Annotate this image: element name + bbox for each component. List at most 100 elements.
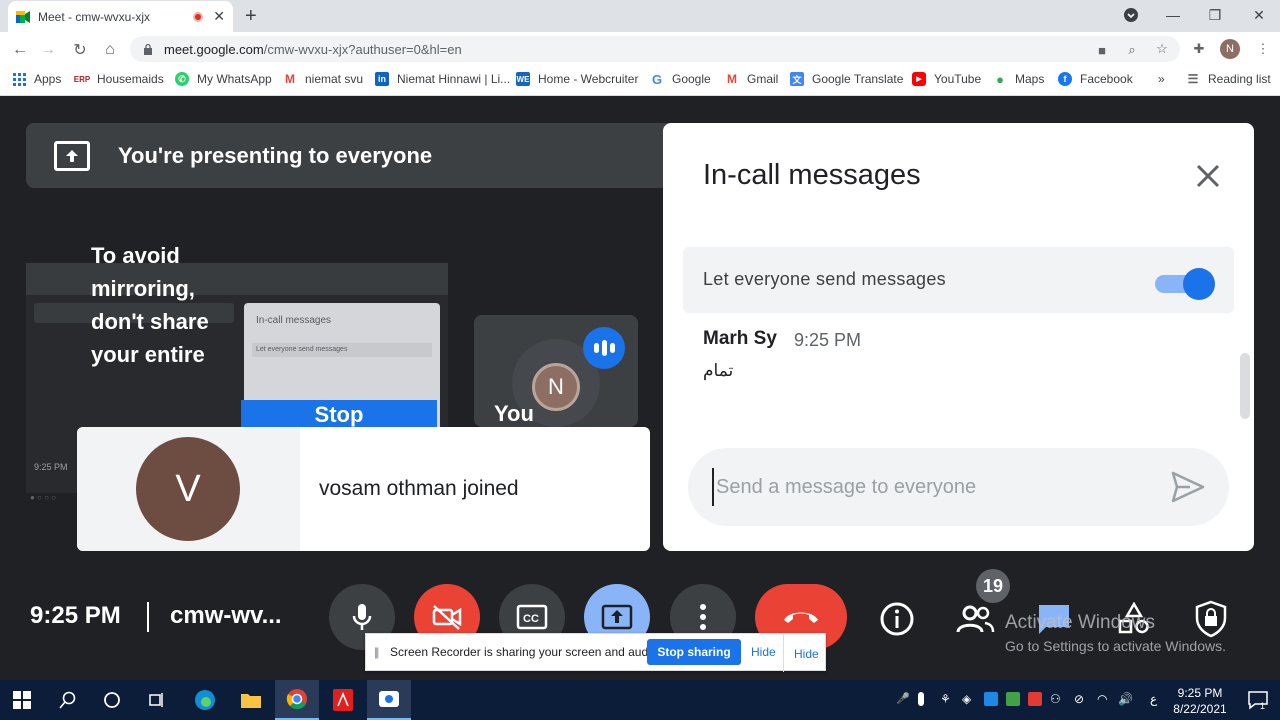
security-tray-icon[interactable] [1006,692,1020,706]
ms-teams-icon[interactable]: ⚘ [940,692,954,706]
bookmark-facebook[interactable]: f Facebook [1058,72,1133,86]
browser-tab[interactable]: Meet - cmw-wvxu-xjx ✕ [8,1,233,32]
bookmark-niemat-svu[interactable]: M niemat svu [283,72,363,86]
mic-tray-icon[interactable]: 🎤 [896,692,910,706]
camera-off-icon [432,605,462,630]
chrome-icon[interactable] [275,680,319,720]
stop-presenting-button[interactable]: Stop [241,400,437,430]
bookmark-linkedin[interactable]: in Niemat Hinnawi | Li... [375,72,510,86]
screen-recorder-bar: ||| Screen Recorder is sharing your scre… [365,633,826,672]
maximize-button[interactable]: ❐ [1194,0,1236,30]
preview-toggle-row: Let everyone send messages [252,343,432,357]
maps-icon: ● [996,71,1004,87]
send-icon[interactable] [1170,470,1206,504]
toggle-knob [1183,268,1215,300]
participants-count-badge: 19 [976,569,1010,603]
facebook-icon: f [1058,72,1072,86]
preview-chat-title: In-call messages [256,315,332,326]
tab-search-button[interactable] [1110,0,1152,30]
self-avatar: N [532,363,580,411]
panel-title: In-call messages [703,159,921,191]
edge-icon[interactable] [183,680,227,720]
meet-favicon-icon [16,10,30,23]
participant-avatar: V [136,437,240,541]
bookmark-housemaids[interactable]: ERP Housemaids [73,72,164,86]
mirror-warning: To avoid mirroring, don't share your ent… [91,243,209,367]
meeting-code: cmw-wv... [170,602,282,629]
acrobat-icon[interactable] [321,680,365,720]
url-path: /cmw-wvxu-xjx?authuser=0&hl=en [263,41,462,57]
camera-in-use-icon[interactable]: ■ [1093,41,1111,59]
input-language[interactable]: ع [1150,692,1157,706]
joined-message: vosam othman joined [319,477,519,500]
screen-recorder-app-icon[interactable] [367,680,411,720]
profile-avatar[interactable]: N [1220,39,1240,59]
reading-list-button[interactable]: ☰ Reading list [1186,72,1271,86]
stop-sharing-button[interactable]: Stop sharing [647,639,741,665]
extensions-icon[interactable]: ✚ [1190,40,1208,58]
menu-kebab-icon[interactable]: ⋮ [1254,40,1272,58]
file-explorer-icon[interactable] [229,680,273,720]
zoom-icon[interactable]: ⌕ [1123,41,1141,59]
message-input[interactable] [712,468,1152,506]
webcruiter-icon: WE [516,72,530,86]
bookmark-maps[interactable]: ● Maps [993,71,1044,87]
home-icon[interactable]: ⌂ [100,40,120,60]
hide-button-secondary[interactable]: Hide [794,647,819,661]
close-window-button[interactable]: ✕ [1238,0,1280,30]
network-share-icon[interactable]: ⚇ [1050,692,1064,706]
wifi-off-icon[interactable]: ⊘ [1074,692,1088,706]
message-time: 9:25 PM [794,330,862,350]
bookmark-google[interactable]: G Google [650,71,711,87]
start-button[interactable] [0,680,44,720]
bookmarks-overflow-button[interactable]: » [1158,72,1165,86]
forward-icon[interactable]: → [38,40,58,60]
present-icon [601,604,633,630]
recorder-tray-icon[interactable] [1028,692,1042,706]
self-video-tile[interactable]: N You [474,315,638,427]
bookmark-apps[interactable]: Apps [12,72,61,86]
hide-button[interactable]: Hide [751,645,776,659]
captions-icon: CC [516,604,548,630]
meeting-details-icon[interactable] [877,599,917,639]
back-icon[interactable]: ← [10,40,30,60]
reload-icon[interactable]: ↻ [70,40,90,60]
volume-icon[interactable]: 🔊 [1118,692,1133,706]
mic-active-icon[interactable] [918,692,924,706]
minimize-button[interactable]: — [1152,0,1194,30]
bookmark-google-translate[interactable]: 文 Google Translate [790,72,903,86]
recording-indicator-icon [193,11,204,22]
search-icon[interactable] [46,680,90,720]
in-call-messages-panel: In-call messages Let everyone send messa… [663,123,1254,551]
divider [147,602,149,632]
self-label: You [494,401,534,426]
notifications-icon[interactable]: 1 [1236,680,1280,720]
close-tab-icon[interactable]: ✕ [213,8,225,25]
allow-messages-toggle[interactable] [1155,267,1215,300]
cortana-icon[interactable] [90,680,134,720]
whatsapp-icon: ✆ [175,72,189,86]
address-bar[interactable]: meet.google.com/cmw-wvxu-xjx?authuser=0&… [130,36,1180,62]
close-panel-icon[interactable] [1193,161,1223,191]
bookmark-webcruiter[interactable]: WE Home - Webcruiter [516,72,638,86]
linkedin-icon: in [375,72,389,86]
new-tab-button[interactable]: + [245,6,257,26]
bookmark-star-icon[interactable]: ☆ [1153,40,1171,58]
hang-up-icon [784,612,818,623]
scrollbar[interactable] [1240,353,1250,419]
system-clock[interactable]: 9:25 PM 8/22/2021 [1170,685,1230,717]
bookmark-gmail[interactable]: M Gmail [725,72,778,86]
task-view-icon[interactable] [135,680,179,720]
defender-icon[interactable]: ◈ [962,692,976,706]
app-tray-icon[interactable] [984,692,998,706]
bookmark-whatsapp[interactable]: ✆ My WhatsApp [175,72,272,86]
erp-icon: ERP [73,74,91,84]
bookmark-youtube[interactable]: ▶ YouTube [912,72,981,86]
wifi-icon[interactable]: ◠ [1097,692,1111,706]
participant-joined-toast: V vosam othman joined [77,427,650,551]
participants-icon[interactable] [955,599,995,639]
drag-handle-icon[interactable]: ||| [374,645,380,659]
google-icon: G [651,71,663,87]
toolbar: ← → ↻ ⌂ meet.google.com/cmw-wvxu-xjx?aut… [0,32,1280,66]
lock-icon [144,43,152,55]
